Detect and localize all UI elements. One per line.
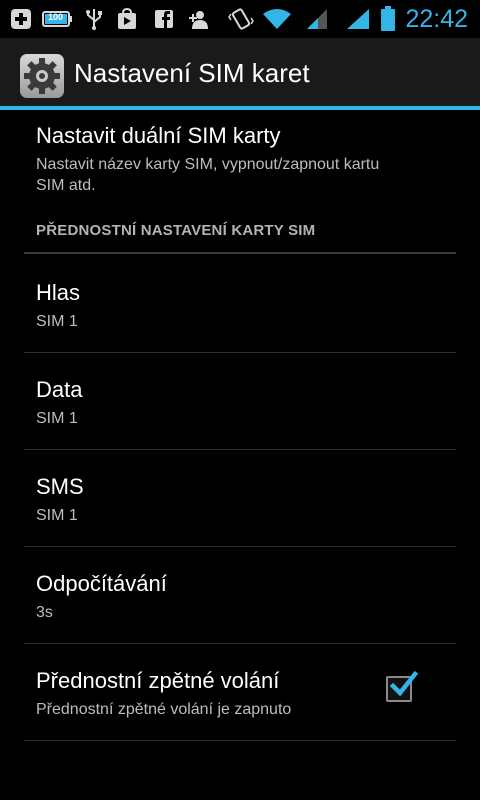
signal-sim2-icon	[347, 9, 369, 29]
divider	[24, 740, 456, 741]
pref-callback-summary: Přednostní zpětné volání je zapnuto	[36, 701, 292, 718]
wifi-icon	[263, 9, 291, 29]
pref-data-summary: SIM 1	[36, 410, 78, 427]
pref-sms-title: SMS	[36, 474, 84, 499]
divider	[24, 449, 456, 450]
pref-data-title: Data	[36, 377, 83, 402]
pref-voice-title: Hlas	[36, 280, 81, 305]
vibrate-icon	[228, 8, 254, 30]
facebook-icon	[155, 10, 173, 28]
clock: 22:42	[405, 5, 468, 33]
category-divider	[24, 252, 456, 254]
checkmark-icon	[389, 670, 419, 697]
signal-sim1-icon	[307, 9, 327, 29]
divider	[24, 546, 456, 547]
add-notification-icon	[11, 9, 31, 29]
pref-countdown-title: Odpočítávání	[36, 571, 167, 596]
pref-dual-sim-summary-2: SIM atd.	[36, 177, 96, 194]
divider	[24, 643, 456, 644]
callback-checkbox[interactable]	[386, 670, 419, 702]
add-contact-icon	[189, 11, 208, 29]
action-bar-divider	[0, 106, 480, 110]
battery-badge-text: 100	[48, 12, 64, 22]
pref-callback-title: Přednostní zpětné volání	[36, 668, 280, 693]
page-title: Nastavení SIM karet	[74, 58, 310, 88]
pref-dual-sim-summary-1: Nastavit název karty SIM, vypnout/zapnou…	[36, 156, 380, 173]
status-bar: 100 22:42	[0, 0, 480, 38]
pref-dual-sim-title: Nastavit duální SIM karty	[36, 123, 281, 148]
category-header: PŘEDNOSTNÍ NASTAVENÍ KARTY SIM	[36, 222, 316, 239]
play-store-icon	[118, 8, 136, 29]
pref-voice-summary: SIM 1	[36, 313, 78, 330]
battery-icon	[381, 6, 395, 31]
divider	[24, 352, 456, 353]
settings-gear-icon[interactable]	[20, 54, 64, 98]
pref-countdown-summary: 3s	[36, 604, 53, 621]
pref-sms-summary: SIM 1	[36, 507, 78, 524]
usb-icon	[86, 9, 102, 30]
